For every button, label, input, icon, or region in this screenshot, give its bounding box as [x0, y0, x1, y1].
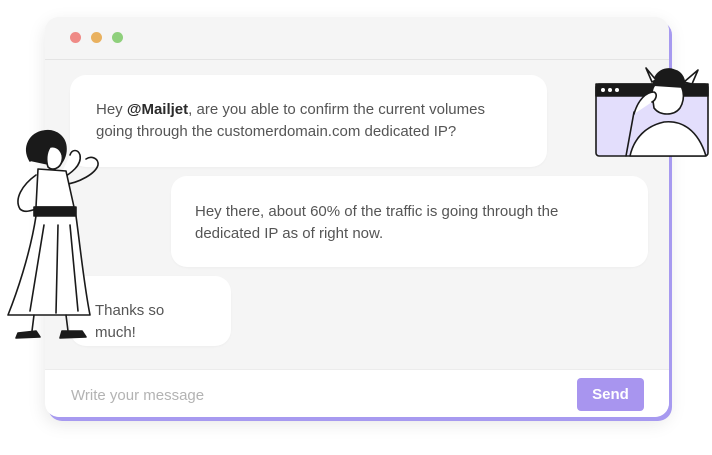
message-prefix: Hey [96, 101, 127, 118]
message-input[interactable] [69, 380, 553, 410]
send-button[interactable]: Send [577, 378, 644, 411]
chat-window: Hey @Mailjet, are you able to confirm th… [45, 17, 669, 417]
minimize-window-dot[interactable] [91, 32, 102, 43]
message-bubble-customer-question: Hey @Mailjet, are you able to confirm th… [70, 75, 547, 167]
maximize-window-dot[interactable] [112, 32, 123, 43]
window-titlebar [45, 17, 669, 60]
message-text: Hey there, about 60% of the traffic is g… [195, 203, 559, 242]
message-composer: Send [45, 369, 669, 417]
message-bubble-mailjet-reply: Hey there, about 60% of the traffic is g… [171, 176, 648, 267]
mention-mailjet: @Mailjet [126, 101, 189, 118]
woman-illustration [7, 129, 99, 339]
browser-person-illustration [595, 67, 709, 157]
close-window-dot[interactable] [70, 32, 81, 43]
